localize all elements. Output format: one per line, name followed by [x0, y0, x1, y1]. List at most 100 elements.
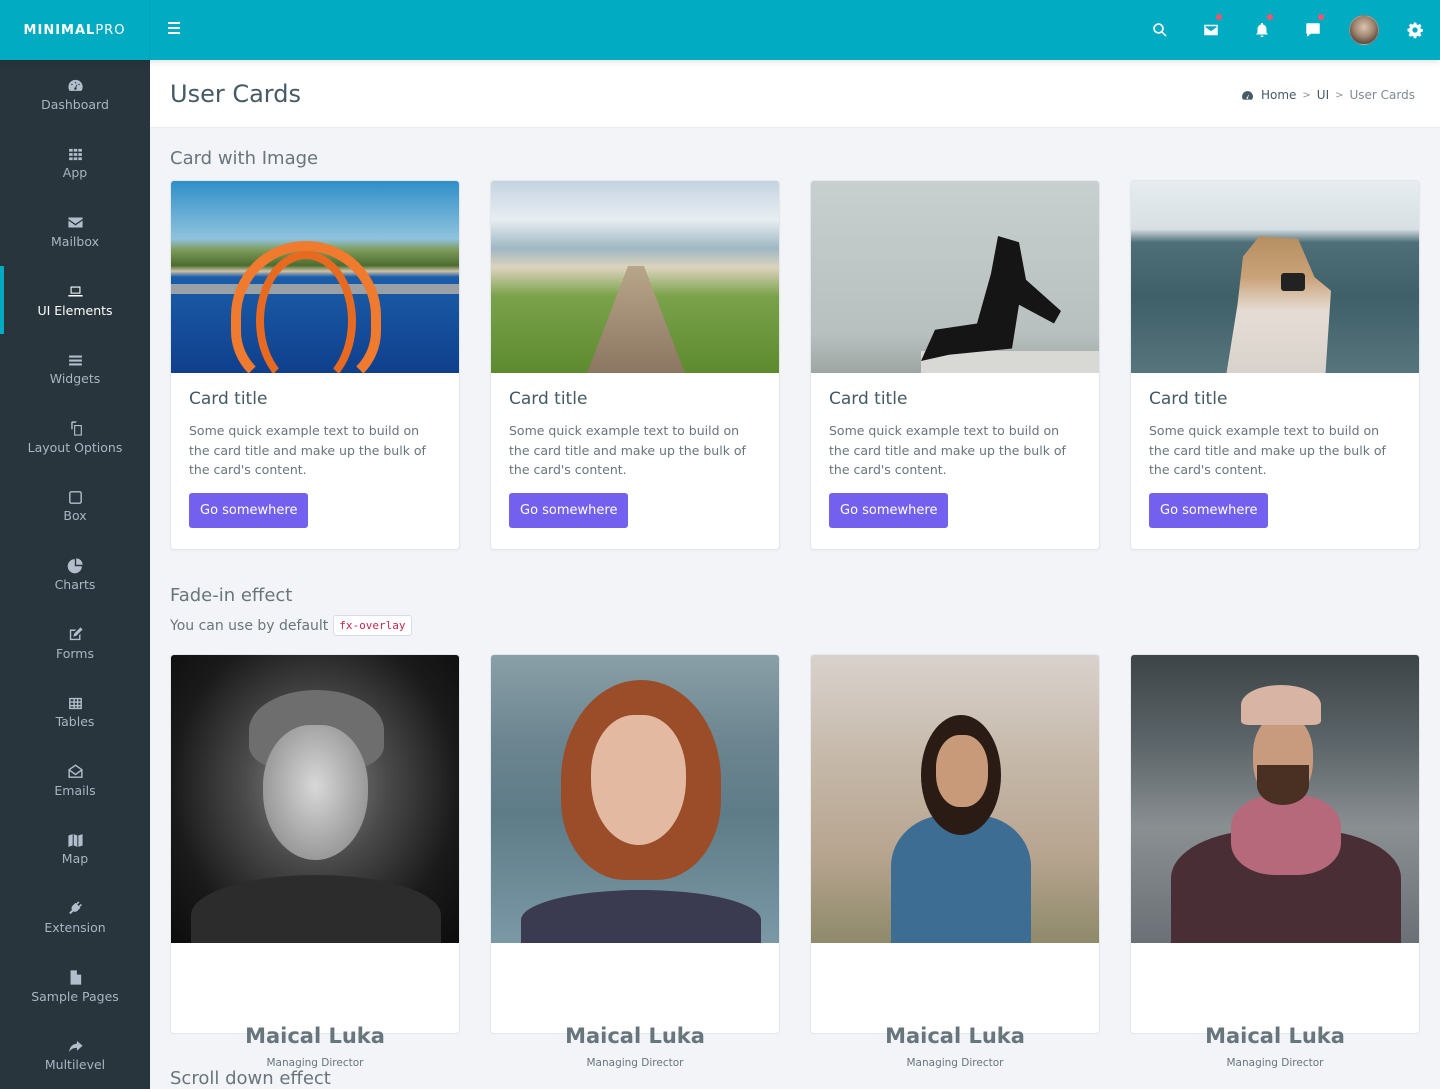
user-photo [1131, 655, 1419, 943]
top-header: MINIMAL PRO [0, 0, 1440, 60]
breadcrumb: Home > UI > User Cards [1241, 88, 1415, 102]
sidebar-item-multilevel[interactable]: Multilevel [0, 1020, 150, 1089]
sidebar-item-label: Mailbox [51, 233, 99, 249]
gear-icon [1407, 22, 1423, 39]
user-photo [811, 655, 1099, 943]
laptop-icon [67, 286, 83, 297]
card-title: Card title [1149, 389, 1228, 409]
sidebar-item-box[interactable]: Box [0, 472, 150, 541]
dashboard-icon [1242, 90, 1253, 100]
image-card: Card title Some quick example text to bu… [1130, 180, 1420, 550]
sidebar-item-mailbox[interactable]: Mailbox [0, 197, 150, 266]
user-card[interactable]: Maical Luka Managing Director [1130, 654, 1420, 1069]
bars-icon [68, 355, 82, 366]
sidebar-item-sample-pages[interactable]: Sample Pages [0, 952, 150, 1021]
user-card[interactable]: Maical Luka Managing Director [490, 654, 780, 1069]
mail-button[interactable] [1185, 0, 1236, 60]
user-name: Maical Luka [1205, 1024, 1345, 1048]
sidebar-item-charts[interactable]: Charts [0, 540, 150, 609]
image-card: Card title Some quick example text to bu… [170, 180, 460, 550]
notification-badge [1267, 14, 1273, 20]
grid-icon [68, 148, 82, 161]
brand-logo[interactable]: MINIMAL PRO [0, 0, 150, 60]
sidebar-item-map[interactable]: Map [0, 815, 150, 884]
sidebar-item-label: Sample Pages [31, 988, 119, 1004]
sidebar-item-ui-elements[interactable]: UI Elements [0, 265, 150, 335]
image-card-row: Card title Some quick example text to bu… [170, 180, 1420, 550]
section-title-card-with-image: Card with Image [170, 148, 319, 169]
sidebar-item-widgets[interactable]: Widgets [0, 334, 150, 403]
plug-icon [68, 901, 82, 915]
notifications-button[interactable] [1236, 0, 1287, 60]
code-snippet: fx-overlay [333, 615, 412, 636]
search-button[interactable] [1134, 0, 1185, 60]
header-actions [1134, 0, 1440, 60]
chat-button[interactable] [1287, 0, 1338, 60]
card-text: Some quick example text to build on the … [509, 423, 746, 477]
sidebar-item-label: Widgets [49, 371, 101, 387]
card-image [171, 181, 459, 373]
sidebar-item-label: Emails [54, 782, 96, 798]
settings-button[interactable] [1389, 0, 1440, 60]
map-icon [67, 833, 83, 847]
card-image [491, 181, 779, 373]
envelope-icon [67, 218, 83, 228]
sidebar-item-forms[interactable]: Forms [0, 609, 150, 678]
user-card[interactable]: Maical Luka Managing Director [810, 654, 1100, 1069]
share-icon [68, 1040, 83, 1052]
go-somewhere-button[interactable]: Go somewhere [829, 492, 949, 528]
user-name: Maical Luka [565, 1024, 705, 1048]
user-role: Managing Director [586, 1057, 684, 1069]
go-somewhere-button[interactable]: Go somewhere [189, 492, 309, 528]
sidebar-item-label: Forms [55, 645, 94, 661]
brand-logo-light: PRO [95, 22, 126, 38]
sidebar-item-label: Multilevel [44, 1057, 106, 1073]
sidebar-item-label: Tables [55, 714, 95, 730]
breadcrumb-ui[interactable]: UI [1317, 88, 1329, 102]
sidebar-item-label: Charts [54, 576, 96, 592]
sidebar-item-layout-options[interactable]: Layout Options [0, 403, 150, 472]
sidebar-item-label: UI Elements [37, 302, 113, 318]
mail-icon [1203, 24, 1218, 36]
sidebar-item-tables[interactable]: Tables [0, 677, 150, 746]
sidebar-item-extension[interactable]: Extension [0, 883, 150, 952]
card-image [1131, 181, 1419, 373]
table-icon [68, 697, 82, 709]
breadcrumb-separator: > [1335, 89, 1344, 101]
image-card: Card title Some quick example text to bu… [490, 180, 780, 550]
pie-chart-icon [67, 558, 83, 574]
sidebar-item-emails[interactable]: Emails [0, 746, 150, 815]
sidebar-item-label: Layout Options [27, 439, 123, 455]
bell-icon [1255, 22, 1268, 38]
go-somewhere-button[interactable]: Go somewhere [1149, 492, 1269, 528]
user-avatar [1348, 15, 1379, 45]
search-icon [1152, 23, 1167, 37]
card-title: Card title [509, 389, 588, 409]
card-text: Some quick example text to build on the … [1149, 423, 1386, 477]
card-text: Some quick example text to build on the … [829, 423, 1066, 477]
sidebar-item-label: App [62, 165, 88, 181]
dashboard-icon [67, 80, 83, 92]
menu-toggle-icon[interactable] [168, 22, 182, 38]
sidebar-item-label: Extension [44, 919, 106, 935]
card-title: Card title [829, 389, 908, 409]
section-title-fade-in: Fade-in effect [170, 585, 293, 606]
chat-icon [1305, 23, 1320, 37]
image-card: Card title Some quick example text to bu… [810, 180, 1100, 550]
edit-icon [69, 627, 83, 641]
breadcrumb-separator: > [1302, 89, 1311, 101]
section-title-scroll-down: Scroll down effect [170, 1068, 331, 1089]
go-somewhere-button[interactable]: Go somewhere [509, 492, 629, 528]
file-icon [70, 970, 81, 985]
breadcrumb-current: User Cards [1349, 88, 1416, 102]
user-card[interactable]: Maical Luka Managing Director [170, 654, 460, 1069]
user-card-row: Maical Luka Managing Director Maical Luk… [170, 654, 1420, 1069]
user-name: Maical Luka [245, 1024, 385, 1048]
breadcrumb-home[interactable]: Home [1261, 88, 1296, 102]
card-title: Card title [189, 389, 268, 409]
mail-badge [1216, 14, 1222, 20]
sidebar-item-dashboard[interactable]: Dashboard [0, 60, 150, 129]
sidebar-item-app[interactable]: App [0, 129, 150, 198]
user-role: Managing Director [1226, 1057, 1324, 1069]
user-profile-button[interactable] [1338, 0, 1389, 60]
